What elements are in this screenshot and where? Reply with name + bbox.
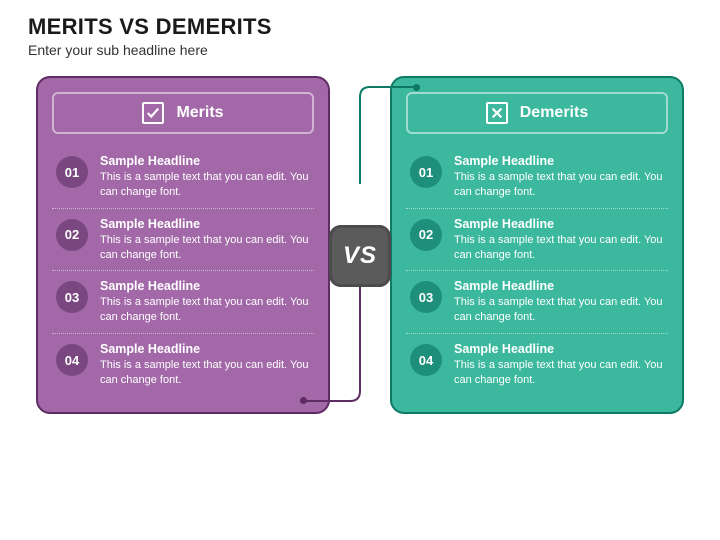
demerits-panel: Demerits 01 Sample Headline This is a sa… xyxy=(390,76,684,414)
item-text: Sample Headline This is a sample text th… xyxy=(454,279,664,325)
item-headline[interactable]: Sample Headline xyxy=(100,154,310,168)
vs-label: VS xyxy=(343,242,377,270)
item-headline[interactable]: Sample Headline xyxy=(100,342,310,356)
item-text: Sample Headline This is a sample text th… xyxy=(454,217,664,263)
check-icon xyxy=(142,102,164,124)
header: MERITS VS DEMERITS Enter your sub headli… xyxy=(0,0,720,64)
item-headline[interactable]: Sample Headline xyxy=(454,342,664,356)
item-text: Sample Headline This is a sample text th… xyxy=(100,217,310,263)
item-headline[interactable]: Sample Headline xyxy=(454,279,664,293)
item-number: 01 xyxy=(56,156,88,188)
item-number: 01 xyxy=(410,156,442,188)
item-headline[interactable]: Sample Headline xyxy=(100,217,310,231)
merits-title: Merits xyxy=(176,104,223,122)
item-headline[interactable]: Sample Headline xyxy=(454,154,664,168)
item-headline[interactable]: Sample Headline xyxy=(100,279,310,293)
merits-item: 03 Sample Headline This is a sample text… xyxy=(52,270,314,333)
item-number: 04 xyxy=(410,344,442,376)
vs-badge: VS xyxy=(329,225,391,287)
demerits-title: Demerits xyxy=(520,104,588,122)
item-body[interactable]: This is a sample text that you can edit.… xyxy=(100,358,310,388)
demerits-item: 02 Sample Headline This is a sample text… xyxy=(406,208,668,271)
item-text: Sample Headline This is a sample text th… xyxy=(100,342,310,388)
item-body[interactable]: This is a sample text that you can edit.… xyxy=(454,358,664,388)
demerits-item: 04 Sample Headline This is a sample text… xyxy=(406,333,668,396)
item-headline[interactable]: Sample Headline xyxy=(454,217,664,231)
item-number: 02 xyxy=(56,219,88,251)
page-title: MERITS VS DEMERITS xyxy=(28,14,692,40)
item-number: 03 xyxy=(56,281,88,313)
item-body[interactable]: This is a sample text that you can edit.… xyxy=(454,170,664,200)
merits-item: 02 Sample Headline This is a sample text… xyxy=(52,208,314,271)
item-body[interactable]: This is a sample text that you can edit.… xyxy=(100,233,310,263)
demerits-header: Demerits xyxy=(406,92,668,134)
item-text: Sample Headline This is a sample text th… xyxy=(454,342,664,388)
page-subtitle[interactable]: Enter your sub headline here xyxy=(28,42,692,58)
merits-panel: Merits 01 Sample Headline This is a samp… xyxy=(36,76,330,414)
item-number: 04 xyxy=(56,344,88,376)
demerits-item: 03 Sample Headline This is a sample text… xyxy=(406,270,668,333)
cross-icon xyxy=(486,102,508,124)
merits-item: 01 Sample Headline This is a sample text… xyxy=(52,146,314,208)
merits-header: Merits xyxy=(52,92,314,134)
item-number: 03 xyxy=(410,281,442,313)
merits-item: 04 Sample Headline This is a sample text… xyxy=(52,333,314,396)
item-number: 02 xyxy=(410,219,442,251)
item-text: Sample Headline This is a sample text th… xyxy=(100,154,310,200)
item-text: Sample Headline This is a sample text th… xyxy=(454,154,664,200)
item-body[interactable]: This is a sample text that you can edit.… xyxy=(454,233,664,263)
demerits-item: 01 Sample Headline This is a sample text… xyxy=(406,146,668,208)
content-area: Merits 01 Sample Headline This is a samp… xyxy=(0,64,720,434)
item-body[interactable]: This is a sample text that you can edit.… xyxy=(100,170,310,200)
item-text: Sample Headline This is a sample text th… xyxy=(100,279,310,325)
item-body[interactable]: This is a sample text that you can edit.… xyxy=(454,295,664,325)
item-body[interactable]: This is a sample text that you can edit.… xyxy=(100,295,310,325)
